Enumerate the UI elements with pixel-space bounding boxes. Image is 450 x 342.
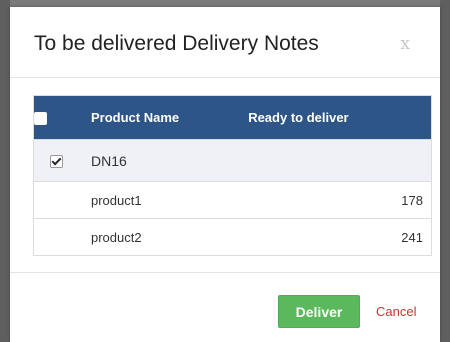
select-all-checkbox[interactable]	[34, 112, 47, 126]
delivery-notes-modal: To be delivered Delivery Notes x Product…	[10, 7, 440, 342]
ready-quantity-cell: 241	[248, 218, 432, 256]
note-checkbox-cell	[33, 139, 78, 182]
row-spacer-cell	[33, 218, 78, 256]
modal-header: To be delivered Delivery Notes x	[10, 7, 440, 78]
delivery-note-ready	[248, 139, 432, 182]
ready-quantity-cell: 178	[248, 181, 432, 219]
table-header-row: Product Name Ready to deliver	[33, 95, 432, 140]
cancel-link[interactable]: Cancel	[376, 304, 416, 319]
modal-footer: Deliver Cancel	[10, 272, 440, 342]
modal-title: To be delivered Delivery Notes	[34, 32, 319, 55]
product-name-cell: product1	[78, 181, 249, 219]
deliver-button[interactable]: Deliver	[278, 295, 360, 328]
ready-to-deliver-header: Ready to deliver	[248, 95, 432, 140]
product-name-cell: product2	[78, 218, 249, 256]
backdrop-left	[0, 0, 10, 342]
delivery-note-row: DN16	[33, 139, 432, 182]
product-name-header: Product Name	[78, 95, 249, 140]
delivery-note-name: DN16	[78, 139, 249, 182]
header-checkbox-cell	[33, 95, 78, 140]
delivery-note-checkbox[interactable]	[49, 155, 63, 169]
backdrop-right	[440, 0, 450, 342]
delivery-notes-table: Product Name Ready to deliver DN16 produ…	[33, 95, 432, 256]
table-row: product1 178	[33, 181, 432, 219]
close-button[interactable]: x	[400, 34, 410, 54]
modal-body: Product Name Ready to deliver DN16 produ…	[10, 78, 440, 272]
row-spacer-cell	[33, 181, 78, 219]
table-row: product2 241	[33, 218, 432, 256]
